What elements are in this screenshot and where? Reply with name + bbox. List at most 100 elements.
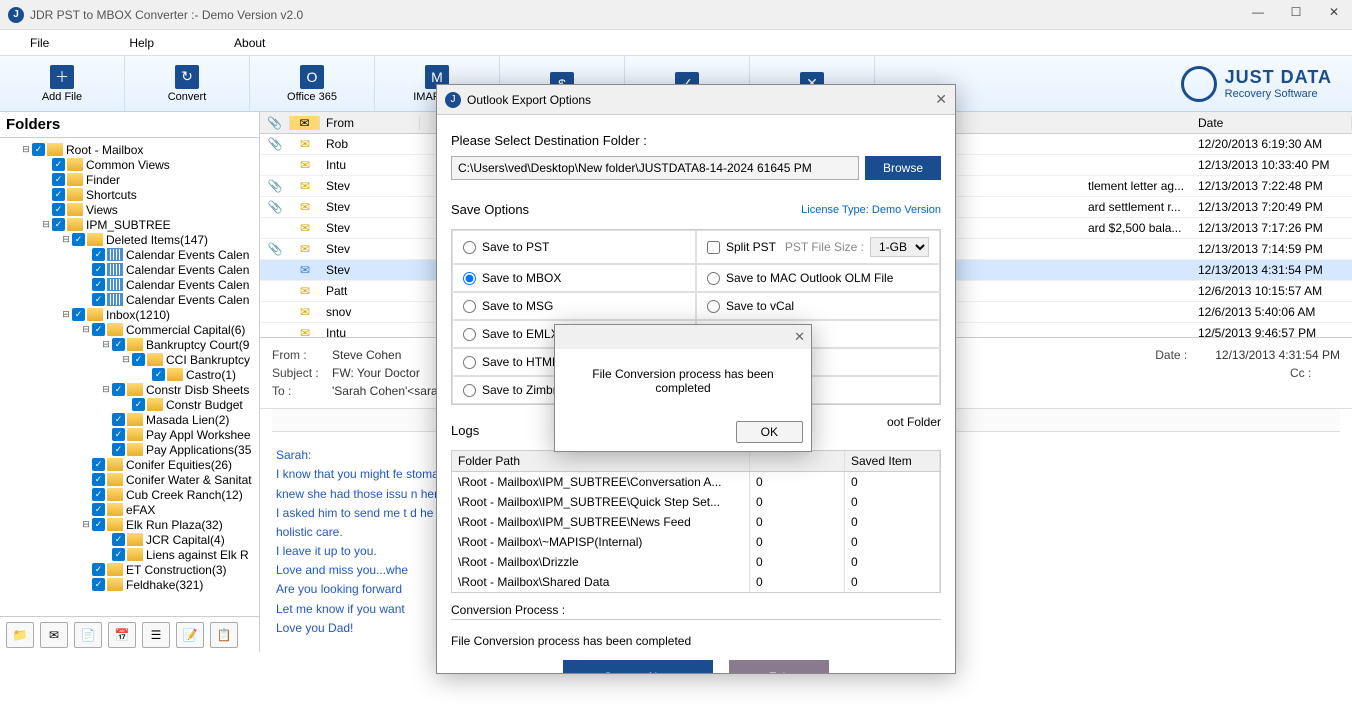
tree-item[interactable]: ✓Finder: [0, 172, 259, 187]
from-col[interactable]: From: [320, 116, 420, 130]
to-label: To :: [272, 384, 322, 398]
maximize-button[interactable]: ☐: [1286, 5, 1306, 25]
date-label: Date :: [1155, 348, 1205, 362]
brand-logo: JUST DATA Recovery Software: [1181, 66, 1332, 102]
menu-help[interactable]: Help: [129, 36, 154, 50]
tree-item[interactable]: ✓Conifer Equities(26): [0, 457, 259, 472]
log-row: \Root - Mailbox\~MAPISP(Internal)00: [452, 532, 940, 552]
tree-item[interactable]: ⊟✓Deleted Items(147): [0, 232, 259, 247]
tree-item[interactable]: ✓Calendar Events Calen: [0, 277, 259, 292]
conversion-process-label: Conversion Process :: [451, 603, 941, 620]
tree-item[interactable]: ⊟✓Inbox(1210): [0, 307, 259, 322]
tree-item[interactable]: ⊟✓IPM_SUBTREE: [0, 217, 259, 232]
dialog-icon: J: [445, 92, 461, 108]
envelope-col[interactable]: ✉: [290, 116, 320, 130]
tree-item[interactable]: ✓Cub Creek Ranch(12): [0, 487, 259, 502]
office-icon: O: [300, 65, 324, 89]
save-olm-option[interactable]: Save to MAC Outlook OLM File: [696, 264, 940, 292]
date-col[interactable]: Date: [1192, 116, 1352, 130]
menu-about[interactable]: About: [234, 36, 265, 50]
tree-item[interactable]: ⊟✓Commercial Capital(6): [0, 322, 259, 337]
tree-item[interactable]: ⊟✓Constr Disb Sheets: [0, 382, 259, 397]
log-row: \Root - Mailbox\Drizzle00: [452, 552, 940, 572]
list-icon[interactable]: ☰: [142, 622, 170, 648]
titlebar: J JDR PST to MBOX Converter :- Demo Vers…: [0, 0, 1352, 30]
calendar-icon[interactable]: 📅: [108, 622, 136, 648]
log-row: \Root - Mailbox\IPM_SUBTREE\News Feed00: [452, 512, 940, 532]
app-icon: J: [8, 7, 24, 23]
pst-size-select[interactable]: 1-GB: [870, 237, 929, 257]
save-pst-option[interactable]: Save to PST: [452, 230, 696, 264]
tree-item[interactable]: ✓Calendar Events Calen: [0, 262, 259, 277]
convert-now-button[interactable]: Convert Now: [563, 660, 712, 673]
tree-item[interactable]: ✓Liens against Elk R: [0, 547, 259, 562]
ok-button[interactable]: OK: [736, 421, 803, 443]
add-file-button[interactable]: ＋ Add File: [0, 56, 125, 111]
tree-item[interactable]: ✓Feldhake(321): [0, 577, 259, 592]
save-mbox-option[interactable]: Save to MBOX: [452, 264, 696, 292]
alert-message: File Conversion process has been complet…: [555, 349, 811, 413]
logs-label: Logs: [451, 423, 479, 438]
tree-item[interactable]: ✓ET Construction(3): [0, 562, 259, 577]
dest-label: Please Select Destination Folder :: [451, 133, 941, 148]
sheet-icon[interactable]: 📋: [210, 622, 238, 648]
root-folder-label: oot Folder: [887, 415, 941, 446]
logo-icon: [1181, 66, 1217, 102]
tree-item[interactable]: ⊟✓Root - Mailbox: [0, 142, 259, 157]
dest-path-input[interactable]: [451, 156, 859, 180]
app-title: JDR PST to MBOX Converter :- Demo Versio…: [30, 8, 1248, 22]
tree-item[interactable]: ✓Calendar Events Calen: [0, 247, 259, 262]
folders-header: Folders: [0, 112, 259, 138]
tree-item[interactable]: ✓Pay Appl Workshee: [0, 427, 259, 442]
cc-label: Cc :: [1290, 366, 1340, 380]
tree-item[interactable]: ⊟✓Bankruptcy Court(9: [0, 337, 259, 352]
save-msg-option[interactable]: Save to MSG: [452, 292, 696, 320]
minimize-button[interactable]: —: [1248, 5, 1268, 25]
menu-file[interactable]: File: [30, 36, 49, 50]
add-file-icon: ＋: [50, 65, 74, 89]
tree-item[interactable]: ✓Common Views: [0, 157, 259, 172]
exit-button[interactable]: Exit: [729, 660, 829, 673]
tree-item[interactable]: ✓Views: [0, 202, 259, 217]
save-vcal-option[interactable]: Save to vCal: [696, 292, 940, 320]
menubar: File Help About: [0, 30, 1352, 56]
tree-item[interactable]: ✓Castro(1): [0, 367, 259, 382]
bottom-toolbar: 📁 ✉ 📄 📅 ☰ 📝 📋: [0, 616, 259, 652]
tree-item[interactable]: ✓Pay Applications(35: [0, 442, 259, 457]
log-row: \Root - Mailbox\Shared Data00: [452, 572, 940, 592]
browse-button[interactable]: Browse: [865, 156, 941, 180]
subject-value: FW: Your Doctor: [332, 366, 420, 380]
folder-tree[interactable]: ⊟✓Root - Mailbox✓Common Views✓Finder✓Sho…: [0, 138, 259, 616]
completion-alert: ✕ File Conversion process has been compl…: [554, 324, 812, 452]
tree-item[interactable]: ⊟✓CCI Bankruptcy: [0, 352, 259, 367]
log-saved-header[interactable]: Saved Item: [845, 451, 940, 471]
save-options-label: Save Options: [451, 202, 529, 217]
alert-close-button[interactable]: ✕: [794, 329, 805, 345]
tree-item[interactable]: ✓Conifer Water & Sanitat: [0, 472, 259, 487]
from-value: Steve Cohen: [332, 348, 401, 362]
license-type[interactable]: License Type: Demo Version: [801, 204, 941, 216]
convert-button[interactable]: ↻ Convert: [125, 56, 250, 111]
document-icon[interactable]: 📄: [74, 622, 102, 648]
tree-item[interactable]: ✓Shortcuts: [0, 187, 259, 202]
tree-item[interactable]: ✓JCR Capital(4): [0, 532, 259, 547]
mail-icon[interactable]: 📁: [6, 622, 34, 648]
envelope-icon[interactable]: ✉: [40, 622, 68, 648]
tree-item[interactable]: ✓eFAX: [0, 502, 259, 517]
split-pst-option[interactable]: Split PST PST File Size :1-GB: [696, 230, 940, 264]
note-icon[interactable]: 📝: [176, 622, 204, 648]
convert-icon: ↻: [175, 65, 199, 89]
attachment-col[interactable]: 📎: [260, 116, 290, 130]
office365-button[interactable]: O Office 365: [250, 56, 375, 111]
tree-item[interactable]: ✓Masada Lien(2): [0, 412, 259, 427]
folders-sidebar: Folders ⊟✓Root - Mailbox✓Common Views✓Fi…: [0, 112, 260, 652]
date-value: 12/13/2013 4:31:54 PM: [1215, 348, 1340, 362]
log-path-header[interactable]: Folder Path: [452, 451, 750, 471]
tree-item[interactable]: ⊟✓Elk Run Plaza(32): [0, 517, 259, 532]
log-row: \Root - Mailbox\IPM_SUBTREE\Quick Step S…: [452, 492, 940, 512]
tree-item[interactable]: ✓Constr Budget: [0, 397, 259, 412]
dialog-close-button[interactable]: ✕: [935, 91, 947, 108]
close-button[interactable]: ✕: [1324, 5, 1344, 25]
tree-item[interactable]: ✓Calendar Events Calen: [0, 292, 259, 307]
log-row: \Root - Mailbox\IPM_SUBTREE\Conversation…: [452, 472, 940, 492]
